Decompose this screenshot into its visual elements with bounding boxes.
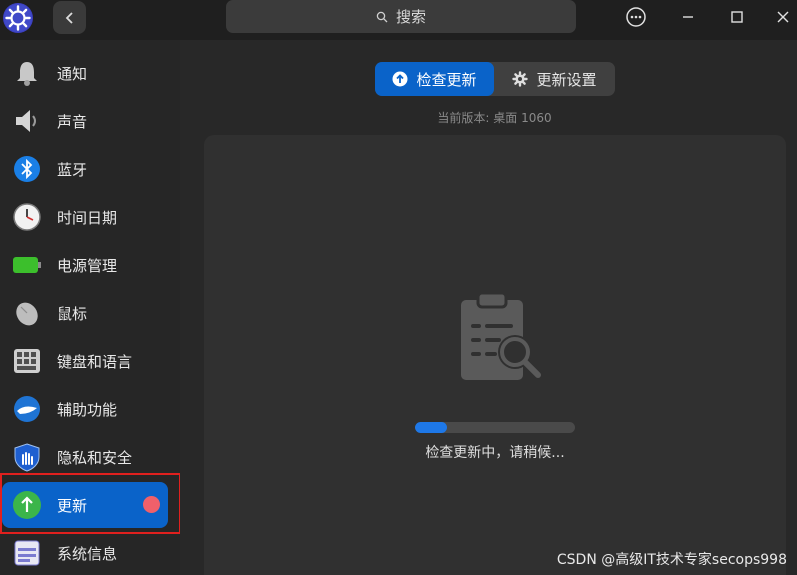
sidebar-item-label: 隐私和安全 xyxy=(57,448,133,467)
sidebar-item-label: 电源管理 xyxy=(57,256,118,275)
update-tabs: 检查更新 更新设置 xyxy=(375,62,615,96)
sidebar-item-keyboard[interactable]: 键盘和语言 xyxy=(2,338,168,384)
close-button[interactable] xyxy=(770,4,796,30)
keyboard-icon xyxy=(12,346,42,376)
search-input[interactable]: 搜索 xyxy=(226,0,576,33)
back-button[interactable] xyxy=(53,1,86,34)
speaker-icon xyxy=(12,106,42,136)
sidebar-item-label: 蓝牙 xyxy=(57,160,88,179)
tab-check-updates[interactable]: 检查更新 xyxy=(375,62,494,96)
mouse-icon xyxy=(12,298,42,328)
accessibility-icon xyxy=(12,394,42,424)
search-placeholder: 搜索 xyxy=(395,8,426,26)
update-status-text: 检查更新中，请稍候... xyxy=(425,445,565,461)
bell-icon xyxy=(12,58,42,88)
progress-fill xyxy=(415,422,447,433)
sidebar-item-bluetooth[interactable]: 蓝牙 xyxy=(2,146,168,192)
sidebar-item-label: 鼠标 xyxy=(57,304,88,323)
app-logo-icon xyxy=(3,3,33,33)
search-icon xyxy=(376,11,388,22)
gear-icon xyxy=(512,71,529,87)
sidebar-item-label: 键盘和语言 xyxy=(57,352,133,371)
sidebar-item-datetime[interactable]: 时间日期 xyxy=(2,194,168,240)
minimize-icon xyxy=(683,16,693,18)
up-arrow-circle-icon xyxy=(392,71,408,87)
close-icon xyxy=(777,11,789,23)
maximize-button[interactable] xyxy=(724,4,750,30)
tab-label: 检查更新 xyxy=(416,70,477,89)
sidebar-item-system-info[interactable]: 系统信息 xyxy=(2,530,168,575)
sidebar-item-notifications[interactable]: 通知 xyxy=(2,50,168,96)
minimize-button[interactable] xyxy=(675,4,701,30)
sidebar-item-label: 辅助功能 xyxy=(57,400,118,419)
chevron-left-icon xyxy=(65,11,73,24)
shield-icon xyxy=(12,442,42,472)
maximize-icon xyxy=(731,11,743,23)
current-version: 当前版本: 桌面 1060 xyxy=(437,111,552,125)
watermark-text: CSDN @高级IT技术专家secops998 xyxy=(556,552,787,568)
sidebar-item-accessibility[interactable]: 辅助功能 xyxy=(2,386,168,432)
bluetooth-icon xyxy=(12,154,42,184)
battery-icon xyxy=(12,250,42,280)
sidebar-item-label: 系统信息 xyxy=(57,544,118,563)
update-progress-bar xyxy=(415,422,575,433)
titlebar: 搜索 xyxy=(0,0,797,40)
sidebar-item-sound[interactable]: 声音 xyxy=(2,98,168,144)
clipboard-search-icon xyxy=(461,291,541,380)
tab-label: 更新设置 xyxy=(536,70,597,89)
sidebar-item-label: 时间日期 xyxy=(57,208,118,227)
sidebar-item-label: 声音 xyxy=(57,112,88,131)
system-info-icon xyxy=(12,538,42,568)
more-button[interactable] xyxy=(623,4,649,30)
tab-update-settings[interactable]: 更新设置 xyxy=(494,62,615,96)
sidebar-item-label: 通知 xyxy=(57,64,88,83)
main-content: 检查更新 更新设置 当前版本: 桌面 1060 检查更新中，请稍候... xyxy=(180,40,797,575)
sidebar-item-mouse[interactable]: 鼠标 xyxy=(2,290,168,336)
update-panel: 检查更新中，请稍候... xyxy=(204,135,786,575)
highlight-annotation xyxy=(0,473,181,534)
more-icon xyxy=(626,7,646,27)
sidebar-item-power[interactable]: 电源管理 xyxy=(2,242,168,288)
clock-icon xyxy=(12,202,42,232)
